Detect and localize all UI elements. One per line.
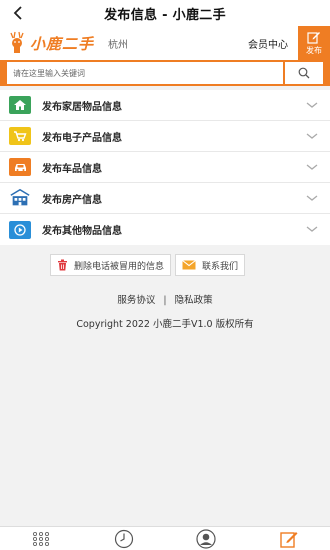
- car-icon: [9, 158, 31, 176]
- edit-icon: [280, 531, 298, 548]
- user-icon: [196, 528, 216, 549]
- clock-icon: [114, 529, 133, 548]
- trash-icon: [57, 259, 68, 271]
- category-label: 发布家居物品信息: [42, 101, 122, 113]
- category-item-electronics[interactable]: 发布电子产品信息: [0, 121, 330, 152]
- site-logo[interactable]: 小鹿二手: [6, 30, 94, 56]
- edit-icon: [307, 32, 320, 44]
- cart-icon: [9, 127, 31, 145]
- search-button[interactable]: [285, 62, 323, 84]
- tab-publish[interactable]: [269, 528, 309, 550]
- deer-icon: [10, 31, 24, 53]
- tab-profile[interactable]: [186, 528, 226, 550]
- member-center-link[interactable]: 会员中心: [248, 36, 288, 51]
- grid-icon: [33, 531, 50, 546]
- chevron-down-icon: [306, 226, 318, 232]
- search-bar: [0, 60, 330, 86]
- publish-button[interactable]: 发布: [298, 26, 330, 60]
- category-label: 发布电子产品信息: [42, 132, 122, 144]
- contact-us-label: 联系我们: [202, 261, 239, 272]
- copyright-text: Copyright 2022 小鹿二手V1.0 版权所有: [76, 319, 254, 330]
- category-item-home[interactable]: 发布家居物品信息: [0, 90, 330, 121]
- header: 小鹿二手 杭州 会员中心 发布: [0, 26, 330, 60]
- page-title: 发布信息 - 小鹿二手: [104, 7, 226, 23]
- category-item-car[interactable]: 发布车品信息: [0, 152, 330, 183]
- bottom-tab-bar: [0, 526, 330, 550]
- footer-links: 服务协议 | 隐私政策: [0, 292, 330, 306]
- chevron-down-icon: [306, 195, 318, 201]
- category-item-realestate[interactable]: 发布房产信息: [0, 183, 330, 214]
- house-icon: [9, 96, 31, 114]
- category-list: 发布家居物品信息 发布电子产品信息 发布车品信息 发布房产信息 发布其他物品信息: [0, 90, 330, 245]
- tab-categories[interactable]: [21, 528, 61, 550]
- category-label: 发布车品信息: [42, 163, 102, 175]
- play-icon: [9, 220, 31, 239]
- privacy-link[interactable]: 隐私政策: [175, 295, 213, 306]
- terms-link[interactable]: 服务协议: [117, 295, 155, 306]
- mail-icon: [182, 260, 196, 270]
- top-nav: 发布信息 - 小鹿二手: [0, 0, 330, 26]
- chevron-down-icon: [306, 133, 318, 139]
- category-label: 发布房产信息: [42, 194, 102, 206]
- category-item-other[interactable]: 发布其他物品信息: [0, 214, 330, 245]
- logo-text: 小鹿二手: [30, 34, 95, 53]
- chevron-left-icon: [13, 6, 22, 20]
- tab-history[interactable]: [104, 528, 144, 550]
- publish-label: 发布: [306, 46, 322, 55]
- delete-misused-phone-label: 删除电话被冒用的信息: [74, 261, 165, 272]
- chevron-down-icon: [306, 102, 318, 108]
- back-button[interactable]: [8, 3, 28, 23]
- city-selector[interactable]: 杭州: [108, 36, 128, 51]
- chevron-down-icon: [306, 164, 318, 170]
- category-label: 发布其他物品信息: [42, 226, 122, 237]
- search-input[interactable]: [7, 62, 283, 84]
- contact-us-button[interactable]: 联系我们: [175, 254, 246, 276]
- delete-misused-phone-button[interactable]: 删除电话被冒用的信息: [50, 254, 172, 276]
- search-icon: [298, 67, 310, 79]
- footer-separator: |: [163, 295, 167, 306]
- building-icon: [9, 188, 31, 207]
- action-buttons: 删除电话被冒用的信息 联系我们: [50, 254, 249, 276]
